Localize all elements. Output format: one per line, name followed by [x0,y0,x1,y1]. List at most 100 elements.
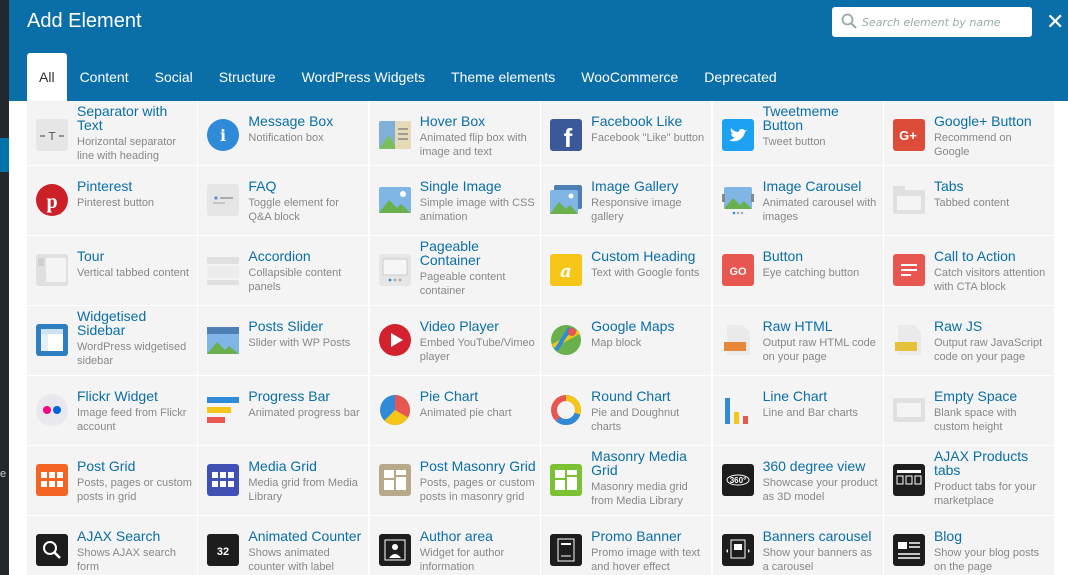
product-tabs-icon [892,464,925,496]
element-tabs[interactable]: Tabs Tabbed content [883,166,1054,235]
element-post-masonry-grid[interactable]: Post Masonry Grid Posts, pages or custom … [369,446,540,515]
element-text: Round Chart Pie and Doughnut charts [591,389,707,434]
element-description: Posts, pages or custom posts in grid [77,477,192,503]
element-pie-chart[interactable]: Pie Chart Animated pie chart [369,376,540,445]
tab-deprecated[interactable]: Deprecated [691,53,789,101]
element-separator-with-text[interactable]: T Separator with Text Horizontal separator… [27,101,197,165]
element-360-degree-view[interactable]: 360° 360 degree view Showcase your product… [712,446,883,515]
dialog-title: Add Element [27,10,142,32]
element-flickr-widget[interactable]: Flickr Widget Image feed from Flickr acco… [27,376,197,445]
admin-sidebar-edge: e [0,0,9,575]
element-description: Shows AJAX search form [77,547,177,573]
element-description: Horizontal separator line with heading [77,136,177,162]
element-single-image[interactable]: Single Image Simple image with CSS animat… [369,166,540,235]
element-description: Animated pie chart [419,407,512,419]
element-progress-bar[interactable]: Progress Bar Animated progress bar [198,376,369,445]
tab-social[interactable]: Social [142,53,206,101]
carousel-icon [721,187,754,215]
element-accordion[interactable]: Accordion Collapsible content panels [198,236,369,305]
element-text: Hover Box Animated flip box with image an… [420,114,536,159]
element-empty-space[interactable]: Empty Space Blank space with custom heigh… [883,376,1054,445]
admin-sidebar-active-marker [0,138,9,172]
pinterest-icon: p [36,184,68,216]
tab-content[interactable]: Content [67,53,142,101]
close-icon[interactable]: ✕ [1046,9,1068,35]
element-name: Accordion [248,248,311,264]
element-ajax-search[interactable]: AJAX Search Shows AJAX search form [27,516,197,575]
tab-woocommerce[interactable]: WooCommerce [568,53,691,101]
element-text: Button Eye catching button [763,249,879,280]
element-text: Pie Chart Animated pie chart [420,389,536,420]
element-text: 360 degree view Showcase your product as … [763,459,879,504]
faq-icon [207,184,240,216]
element-text: FAQ Toggle element for Q&A block [248,179,364,224]
search-box[interactable] [832,7,1032,37]
element-call-to-action[interactable]: Call to Action Catch visitors attention w… [883,236,1054,305]
tour-icon [36,254,68,286]
element-button[interactable]: GO Button Eye catching button [712,236,883,305]
search-icon [841,13,857,29]
element-hover-box[interactable]: Hover Box Animated flip box with image an… [369,101,540,165]
element-tweetmeme-button[interactable]: Tweetmeme Button Tweet button [712,101,883,165]
element-custom-heading[interactable]: a Custom Heading Text with Google fonts [541,236,712,305]
element-author-area[interactable]: Author area Widget for author information [369,516,540,575]
cta-icon [892,254,925,286]
svg-text:a: a [560,261,572,282]
360-icon: 360° [721,464,754,496]
tab-wordpress-widgets[interactable]: WordPress Widgets [289,53,438,101]
tab-theme-elements[interactable]: Theme elements [438,53,568,101]
element-google-button[interactable]: G+ Google+ Button Recommend on Google [883,101,1054,165]
element-description: Facebook "Like" button [591,132,705,144]
element-name: Raw JS [933,318,983,334]
element-raw-html[interactable]: Raw HTML Output raw HTML code on your pag… [712,306,883,375]
element-name: Google+ Button [933,113,1032,129]
element-image-gallery[interactable]: Image Gallery Responsive image gallery [541,166,712,235]
element-ajax-products-tabs[interactable]: AJAX Products tabs Product tabs for your … [883,446,1054,515]
element-description: Recommend on Google [933,132,1012,158]
separator-icon: T [36,119,68,151]
element-raw-js[interactable]: Raw JS Output raw JavaScript code on your… [883,306,1054,375]
element-text: Accordion Collapsible content panels [248,249,364,294]
element-line-chart[interactable]: Line Chart Line and Bar charts [712,376,883,445]
element-description: Tweet button [762,136,826,148]
element-pageable-container[interactable]: Pageable Container Pageable content conta… [369,236,540,305]
element-description: Animated progress bar [248,407,360,419]
element-tour[interactable]: Tour Vertical tabbed content [27,236,197,305]
element-text: Tweetmeme Button Tweet button [763,104,879,149]
element-text: Pinterest Pinterest button [77,179,193,210]
tab-all[interactable]: All [27,53,67,101]
facebook-icon: f [550,119,583,151]
element-promo-banner[interactable]: Promo Banner Promo image with text and ho… [541,516,712,575]
element-pinterest[interactable]: p Pinterest Pinterest button [27,166,197,235]
element-widgetised-sidebar[interactable]: Widgetised Sidebar WordPress widgetised s… [27,306,197,375]
element-message-box[interactable]: i Message Box Notification box [198,101,369,165]
element-facebook-like[interactable]: f Facebook Like Facebook "Like" button [541,101,712,165]
element-description: Pie and Doughnut charts [591,407,680,433]
svg-text:f: f [564,123,573,151]
element-faq[interactable]: FAQ Toggle element for Q&A block [198,166,369,235]
element-round-chart[interactable]: Round Chart Pie and Doughnut charts [541,376,712,445]
element-blog[interactable]: Blog Show your blog posts on the page [883,516,1054,575]
element-name: Raw HTML [762,318,833,334]
element-post-grid[interactable]: Post Grid Posts, pages or custom posts in… [27,446,197,515]
heading-icon: a [550,254,583,286]
add-element-dialog: Add Element ✕ AllContentSocialStructureW… [9,0,1068,575]
element-media-grid[interactable]: Media Grid Media grid from Media Library [198,446,369,515]
element-description: Tabbed content [933,197,1010,209]
element-video-player[interactable]: Video Player Embed YouTube/Vimeo player [369,306,540,375]
element-masonry-media-grid[interactable]: Masonry Media Grid Masonry media grid fro… [541,446,712,515]
search-input[interactable] [862,12,1024,32]
category-tabs: All Content Social Structure WordPress Widge… [27,53,790,101]
element-text: Video Player Embed YouTube/Vimeo player [420,319,536,364]
tab-structure[interactable]: Structure [206,53,289,101]
sidebar-icon [36,324,68,356]
element-google-maps[interactable]: Google Maps Map block [541,306,712,375]
element-banners-carousel[interactable]: Banners carousel Show your banners as a c… [712,516,883,575]
html-file-icon [723,325,750,355]
element-posts-slider[interactable]: Posts Slider Slider with WP Posts [198,306,369,375]
gallery-icon [550,185,583,214]
element-image-carousel[interactable]: Image Carousel Animated carousel with ima… [712,166,883,235]
element-animated-counter[interactable]: 32 Animated Counter Shows animated counter… [198,516,369,575]
element-text: Line Chart Line and Bar charts [763,389,879,420]
element-description: Widget for author information [419,547,505,573]
